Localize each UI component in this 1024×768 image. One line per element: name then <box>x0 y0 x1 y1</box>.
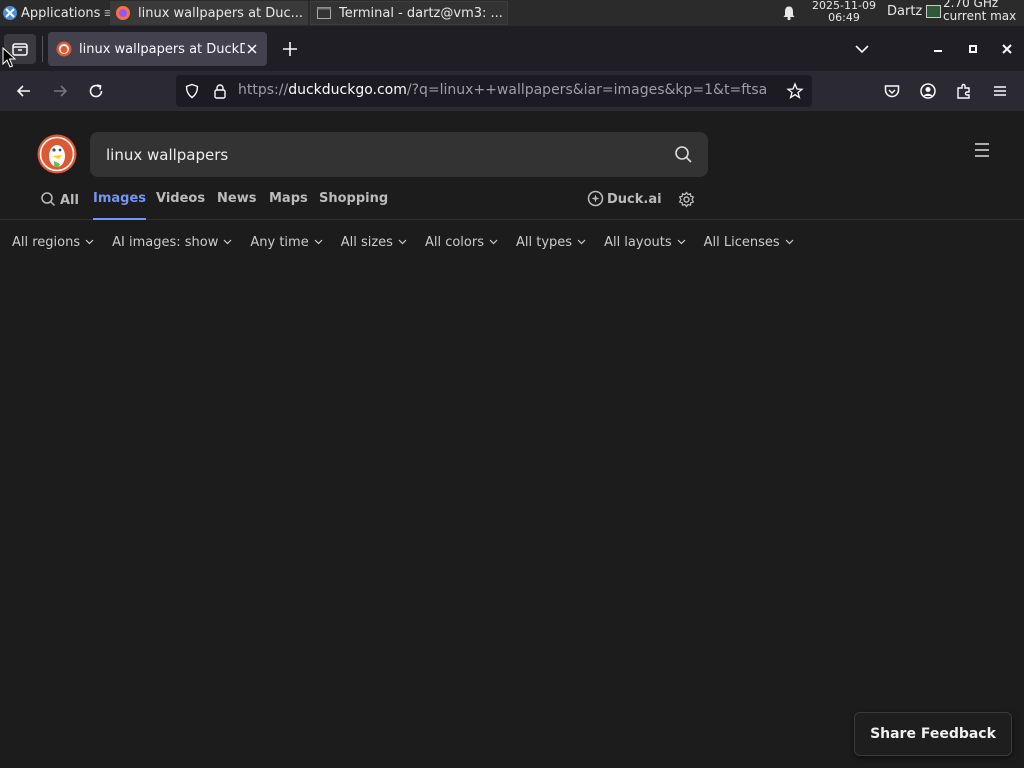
pocket-icon[interactable] <box>883 82 901 100</box>
filter-label: Any time <box>250 234 309 250</box>
applications-menu[interactable]: Applications ≡ <box>0 0 114 26</box>
site-menu-hamburger-icon[interactable] <box>973 142 991 158</box>
tracking-protection-shield-icon[interactable] <box>184 83 200 99</box>
applications-label: Applications <box>21 5 101 21</box>
chevron-down-icon <box>577 239 586 245</box>
clock[interactable]: 2025-11-09 06:49 <box>808 0 880 24</box>
account-icon[interactable] <box>919 82 937 100</box>
url-host: duckduckgo.com <box>288 82 407 98</box>
filter-licenses[interactable]: All Licenses <box>704 231 794 253</box>
search-icon <box>41 192 56 207</box>
chevron-down-icon <box>398 239 407 245</box>
search-icon[interactable] <box>674 145 693 164</box>
chevron-down-icon <box>785 239 794 245</box>
reload-icon[interactable] <box>87 82 105 100</box>
chevron-down-icon <box>314 239 323 245</box>
duck-ai-link[interactable]: Duck.ai <box>587 190 662 207</box>
os-taskbar: Applications ≡ linux wallpapers at Duc..… <box>0 0 1024 26</box>
url-path: /?q=linux++wallpapers&iar=images&kp=1&t=… <box>406 82 768 98</box>
chevron-down-icon <box>489 239 498 245</box>
tab-strip-divider <box>42 36 43 62</box>
terminal-icon <box>317 7 331 19</box>
search-input[interactable] <box>106 132 666 177</box>
filter-label: All types <box>516 234 573 250</box>
list-all-tabs-chevron-icon[interactable] <box>853 40 871 58</box>
tab-images[interactable]: Images <box>93 191 147 220</box>
taskbar-task-terminal[interactable]: Terminal - dartz@vm3: ... <box>310 1 508 25</box>
close-window-icon[interactable] <box>999 41 1015 57</box>
new-tab-plus-icon[interactable] <box>280 39 300 59</box>
notification-bell-icon[interactable] <box>781 5 797 21</box>
url-bar[interactable]: https://duckduckgo.com/?q=linux++wallpap… <box>176 75 812 107</box>
taskbar-task-label: Terminal - dartz@vm3: ... <box>339 5 503 21</box>
filter-regions[interactable]: All regions <box>12 231 94 253</box>
tab-all[interactable]: All <box>40 191 79 220</box>
lock-icon[interactable] <box>212 83 228 99</box>
filter-time[interactable]: Any time <box>250 231 323 253</box>
filter-label: AI images: show <box>112 234 219 250</box>
tab-all-label: All <box>60 193 79 208</box>
browser-tab-strip: linux wallpapers at DuckDuckGo <box>0 26 1024 71</box>
extensions-puzzle-icon[interactable] <box>955 82 973 100</box>
tab-videos[interactable]: Videos <box>156 191 205 220</box>
taskbar-task-firefox[interactable]: linux wallpapers at Duc... <box>110 1 308 25</box>
settings-gear-icon[interactable] <box>678 191 695 208</box>
mouse-cursor-icon <box>2 47 16 68</box>
tab-shopping[interactable]: Shopping <box>319 191 388 220</box>
duckduckgo-favicon-icon <box>56 41 72 57</box>
clock-time: 06:49 <box>828 11 860 24</box>
xfce-logo-icon <box>3 6 17 20</box>
maximize-window-icon[interactable] <box>965 41 981 57</box>
image-filters: All regions AI images: show Any time All… <box>12 231 794 253</box>
minimize-window-icon[interactable] <box>930 41 946 57</box>
close-tab-icon[interactable] <box>245 42 259 56</box>
forward-arrow-icon[interactable] <box>51 82 69 100</box>
taskbar-task-label: linux wallpapers at Duc... <box>138 5 304 21</box>
filter-types[interactable]: All types <box>516 231 586 253</box>
search-box <box>90 132 708 177</box>
tab-maps[interactable]: Maps <box>269 191 308 220</box>
filter-label: All layouts <box>604 234 672 250</box>
tab-title: linux wallpapers at DuckDuckGo <box>79 41 245 57</box>
search-verticals-nav: All Images Videos News Maps Shopping Duc… <box>0 182 1024 220</box>
firefox-icon <box>116 6 130 20</box>
bookmark-star-icon[interactable] <box>786 82 804 100</box>
filter-label: All colors <box>424 234 484 250</box>
tab-duckduckgo[interactable]: linux wallpapers at DuckDuckGo <box>48 32 267 66</box>
back-arrow-icon[interactable] <box>15 82 33 100</box>
user-name[interactable]: Dartz <box>887 4 922 19</box>
filter-colors[interactable]: All colors <box>425 231 498 253</box>
duck-ai-label: Duck.ai <box>607 192 662 207</box>
chevron-down-icon <box>677 239 686 245</box>
tab-news[interactable]: News <box>217 191 256 220</box>
duck-ai-icon <box>587 190 604 207</box>
chevron-down-icon <box>85 239 94 245</box>
filter-sizes[interactable]: All sizes <box>341 231 407 253</box>
filter-ai-images[interactable]: AI images: show <box>112 231 232 253</box>
url-prefix: https:// <box>238 82 289 98</box>
chevron-down-icon <box>223 239 232 245</box>
cpu-frequency-label: current max <box>943 9 1017 23</box>
url-text[interactable]: https://duckduckgo.com/?q=linux++wallpap… <box>238 82 768 98</box>
cpu-frequency: 2.70 GHz current max <box>943 0 1016 23</box>
filter-label: All sizes <box>340 234 393 250</box>
duckduckgo-logo-icon[interactable] <box>37 134 77 174</box>
filter-label: All regions <box>12 234 81 250</box>
filter-label: All Licenses <box>703 234 780 250</box>
browser-toolbar: https://duckduckgo.com/?q=linux++wallpap… <box>0 71 1024 111</box>
hamburger-menu-icon[interactable] <box>991 82 1009 100</box>
duckduckgo-page: All Images Videos News Maps Shopping Duc… <box>0 111 1024 768</box>
share-feedback-button[interactable]: Share Feedback <box>854 712 1012 756</box>
filter-layouts[interactable]: All layouts <box>604 231 686 253</box>
cpu-monitor-icon <box>926 5 941 18</box>
